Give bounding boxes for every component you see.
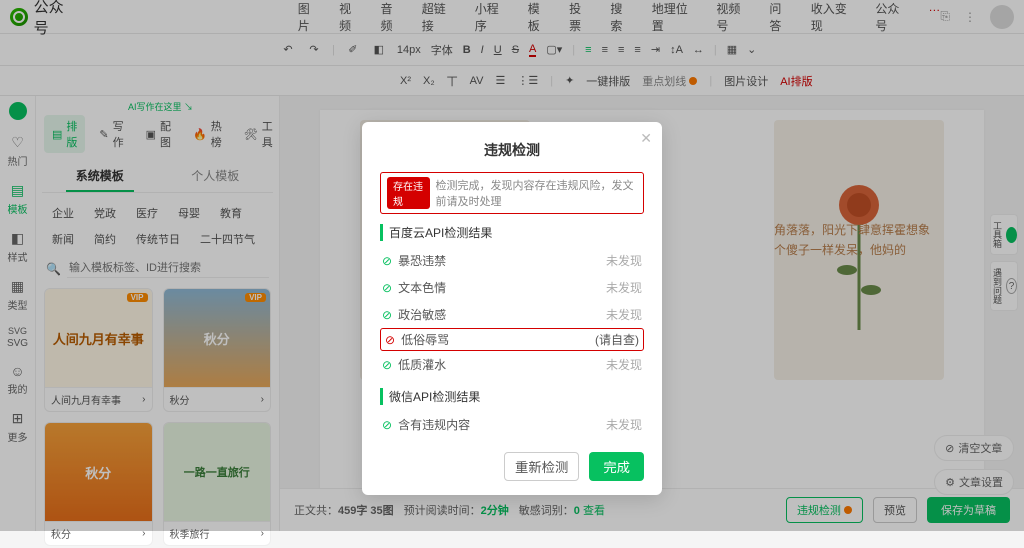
warn-icon: ⊘ (385, 333, 395, 347)
recheck-button[interactable]: 重新检测 (504, 452, 579, 481)
violation-tag: 存在违规 (387, 177, 430, 209)
ok-icon: ⊘ (382, 254, 392, 268)
check-row: ⊘政治敏感未发现 (380, 301, 644, 328)
banner-text: 检测完成，发现内容存在违规风险，发文前请及时处理 (436, 177, 637, 209)
violation-modal: ✕ 违规检测 存在违规 检测完成，发现内容存在违规风险，发文前请及时处理 百度云… (362, 122, 662, 495)
ok-icon: ⊘ (382, 308, 392, 322)
check-row: ⊘低质灌水未发现 (380, 351, 644, 378)
ok-icon: ⊘ (382, 418, 392, 432)
modal-footer: 重新检测 完成 (380, 452, 644, 481)
check-row-highlight: ⊘低俗辱骂(请自查) (380, 328, 644, 351)
wechat-section-head: 微信API检测结果 (380, 388, 644, 405)
baidu-section-head: 百度云API检测结果 (380, 224, 644, 241)
check-row: ⊘文本色情未发现 (380, 274, 644, 301)
modal-mask: ✕ 违规检测 存在违规 检测完成，发现内容存在违规风险，发文前请及时处理 百度云… (0, 0, 1024, 531)
check-row: ⊘暴恐违禁未发现 (380, 247, 644, 274)
modal-title: 违规检测 (380, 140, 644, 160)
check-row: ⊘含有违规内容未发现 (380, 411, 644, 438)
ok-icon: ⊘ (382, 281, 392, 295)
ok-icon: ⊘ (382, 358, 392, 372)
close-icon[interactable]: ✕ (640, 130, 652, 147)
status-banner: 存在违规 检测完成，发现内容存在违规风险，发文前请及时处理 (380, 172, 644, 214)
done-button[interactable]: 完成 (589, 452, 644, 481)
